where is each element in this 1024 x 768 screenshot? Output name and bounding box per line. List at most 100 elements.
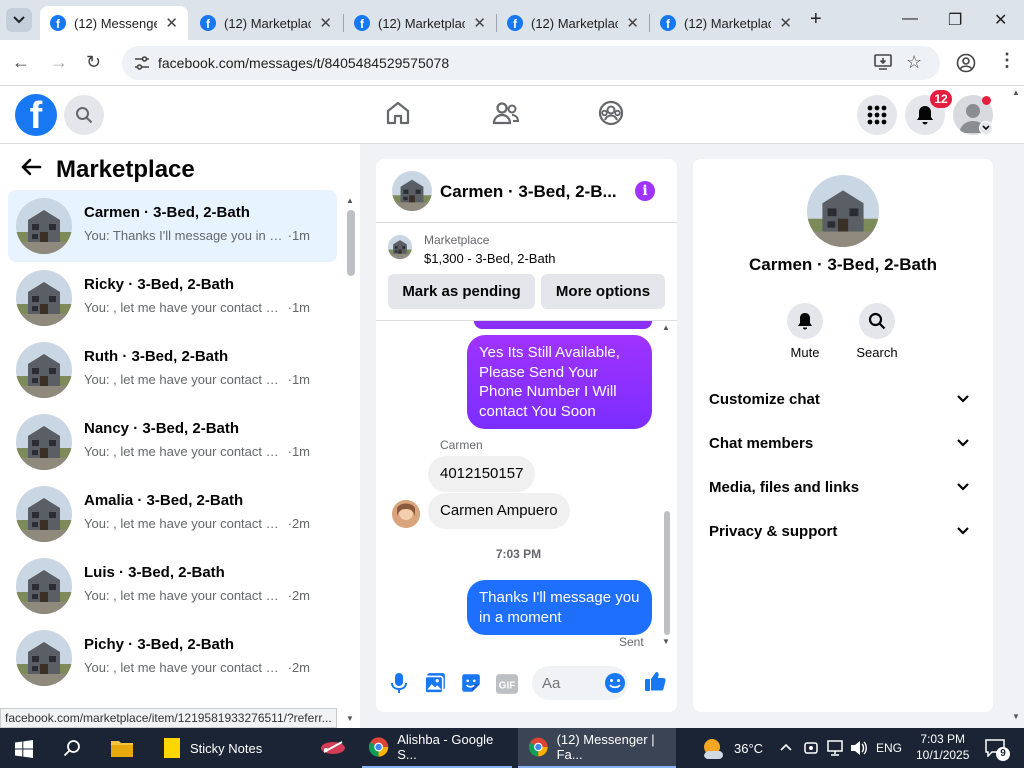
chat-scrollbar[interactable]: [664, 511, 670, 635]
facebook-favicon-icon: f: [507, 15, 523, 31]
browser-tab-messenger[interactable]: f (12) Messenger ✕: [40, 6, 188, 40]
forward-icon[interactable]: →: [50, 52, 68, 73]
conversation-item[interactable]: Carmen · 3-Bed, 2-Bath You: Thanks I'll m…: [8, 190, 337, 262]
network-icon[interactable]: [826, 740, 844, 756]
chat-avatar[interactable]: [392, 171, 432, 211]
scroll-down-icon[interactable]: ▼: [346, 714, 354, 723]
thumbs-up-icon[interactable]: [644, 670, 666, 692]
facebook-logo[interactable]: f: [15, 94, 57, 136]
scroll-up-icon[interactable]: ▲: [346, 196, 354, 205]
chevron-down-icon: [957, 439, 969, 447]
chat-title[interactable]: Carmen · 3-Bed, 2-B...: [440, 182, 620, 202]
weather-temp[interactable]: 36°C: [734, 728, 763, 768]
weather-icon[interactable]: [700, 736, 726, 760]
bookmark-star-icon[interactable]: ☆: [906, 52, 922, 73]
chrome-menu-icon[interactable]: ⋮: [998, 50, 1016, 71]
media-files-links-section[interactable]: Media, files and links: [709, 479, 977, 511]
site-settings-icon[interactable]: [134, 56, 150, 70]
sender-avatar[interactable]: [392, 500, 420, 528]
customize-chat-section[interactable]: Customize chat: [709, 391, 977, 423]
emoji-icon[interactable]: [604, 672, 626, 694]
conversation-thumbnail: [16, 414, 72, 470]
conversation-item[interactable]: Ricky · 3-Bed, 2-Bath You: , let me have …: [8, 262, 337, 334]
browser-tab-marketplace-4[interactable]: f (12) Marketplace ✕: [650, 6, 802, 40]
conversation-snippet-row: You: , let me have your contact nu... ·1…: [84, 372, 310, 387]
close-window-icon[interactable]: ✕: [994, 10, 1007, 30]
back-icon[interactable]: ←: [12, 52, 30, 73]
input-language[interactable]: ENG: [876, 728, 902, 768]
more-options-button[interactable]: More options: [541, 274, 665, 309]
message-status: Sent: [619, 635, 644, 649]
microphone-icon[interactable]: [388, 672, 410, 694]
conversation-item[interactable]: Nancy · 3-Bed, 2-Bath You: , let me have …: [8, 406, 337, 478]
file-explorer-icon[interactable]: [110, 738, 134, 758]
conversation-item[interactable]: Amalia · 3-Bed, 2-Bath You: , let me have…: [8, 478, 337, 550]
outgoing-message[interactable]: Thanks I'll message you in a moment: [467, 580, 652, 635]
close-tab-icon[interactable]: ✕: [165, 14, 178, 32]
taskbar-chrome-messenger[interactable]: (12) Messenger | Fa...: [518, 728, 676, 768]
chevron-up-icon[interactable]: [780, 742, 792, 752]
outgoing-message[interactable]: Yes Its Still Available, Please Send You…: [467, 335, 652, 429]
conversation-name: Ruth · 3-Bed, 2-Bath: [84, 348, 229, 365]
list-scrollbar[interactable]: [347, 210, 355, 276]
tab-search-button[interactable]: [6, 8, 32, 32]
conversation-name: Pichy · 3-Bed, 2-Bath: [84, 636, 235, 653]
account-chevron[interactable]: [979, 121, 993, 135]
snipping-tool-icon[interactable]: [320, 738, 346, 758]
minimize-icon[interactable]: —: [902, 10, 918, 28]
browser-tab-marketplace-1[interactable]: f (12) Marketplace ✕: [190, 6, 342, 40]
listing-avatar[interactable]: [807, 175, 879, 247]
home-icon[interactable]: [385, 100, 411, 126]
incoming-message[interactable]: 4012150157: [428, 456, 536, 492]
menu-button[interactable]: [857, 95, 897, 135]
photo-icon[interactable]: [424, 672, 446, 694]
page-scroll-up-icon[interactable]: ▲: [1012, 88, 1020, 97]
omnibox[interactable]: facebook.com/messages/t/8405484529575078…: [122, 46, 940, 80]
scroll-down-icon[interactable]: ▼: [662, 637, 670, 646]
close-tab-icon[interactable]: ✕: [319, 14, 332, 32]
chevron-down-icon: [957, 483, 969, 491]
browser-tab-marketplace-2[interactable]: f (12) Marketplace ✕: [344, 6, 496, 40]
search-button[interactable]: [64, 95, 104, 135]
back-arrow-icon[interactable]: [20, 158, 42, 176]
privacy-support-section[interactable]: Privacy & support: [709, 523, 977, 555]
page-scroll-down-icon[interactable]: ▼: [1012, 712, 1020, 721]
mute-button[interactable]: Mute: [775, 303, 835, 360]
clock[interactable]: 7:03 PM 10/1/2025: [916, 731, 969, 763]
chrome-icon: [528, 737, 548, 757]
notification-count-badge: 9: [996, 747, 1010, 761]
sticker-icon[interactable]: [460, 672, 482, 694]
volume-icon[interactable]: [850, 740, 868, 756]
tab-title: (12) Marketplace: [378, 15, 466, 31]
close-tab-icon[interactable]: ✕: [626, 14, 639, 32]
scroll-up-icon[interactable]: ▲: [662, 323, 670, 332]
restore-icon[interactable]: ❐: [948, 10, 962, 30]
new-tab-icon[interactable]: +: [810, 8, 822, 31]
taskbar-chrome-alishba[interactable]: Alishba - Google S...: [362, 728, 512, 768]
close-tab-icon[interactable]: ✕: [473, 14, 486, 32]
listing-thumbnail[interactable]: [388, 235, 412, 259]
conversation-item[interactable]: Luis · 3-Bed, 2-Bath You: , let me have y…: [8, 550, 337, 622]
search-in-conversation-button[interactable]: Search: [847, 303, 907, 360]
info-icon[interactable]: i: [635, 181, 655, 201]
conversation-item[interactable]: Ruth · 3-Bed, 2-Bath You: , let me have y…: [8, 334, 337, 406]
incoming-message[interactable]: Carmen Ampuero: [428, 493, 570, 529]
browser-tab-marketplace-3[interactable]: f (12) Marketplace ✕: [497, 6, 649, 40]
install-app-icon[interactable]: [874, 54, 892, 70]
listing-price[interactable]: $1,300 - 3-Bed, 2-Bath: [424, 251, 556, 266]
search-icon[interactable]: [63, 739, 81, 757]
gif-icon[interactable]: GIF: [496, 673, 518, 695]
mark-as-pending-button[interactable]: Mark as pending: [388, 274, 535, 309]
windows-start-icon[interactable]: [15, 740, 33, 758]
chat-members-section[interactable]: Chat members: [709, 435, 977, 467]
reload-icon[interactable]: ↻: [86, 52, 101, 73]
friends-icon[interactable]: [492, 100, 520, 126]
house-photo-icon: [16, 342, 72, 398]
bell-icon: [798, 313, 812, 330]
meet-now-icon[interactable]: [804, 740, 818, 756]
taskbar-sticky-notes[interactable]: Sticky Notes: [152, 728, 302, 768]
conversation-item[interactable]: Pichy · 3-Bed, 2-Bath You: , let me have …: [8, 622, 337, 694]
close-tab-icon[interactable]: ✕: [779, 14, 792, 32]
profile-icon[interactable]: [956, 53, 976, 73]
groups-icon[interactable]: [598, 100, 624, 126]
